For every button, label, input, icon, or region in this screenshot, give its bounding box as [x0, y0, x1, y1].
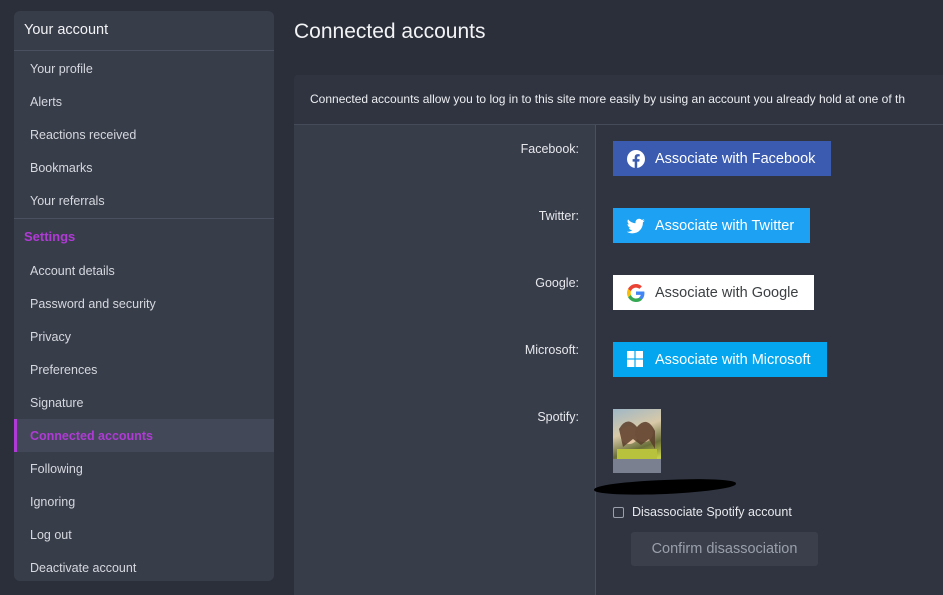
sidebar-item-preferences[interactable]: Preferences: [14, 353, 274, 386]
associate-microsoft-button[interactable]: Associate with Microsoft: [613, 342, 827, 377]
sidebar-item-privacy[interactable]: Privacy: [14, 320, 274, 353]
connected-accounts-panel: Connected accounts allow you to log in t…: [294, 75, 943, 595]
disassociate-spotify-checkbox[interactable]: [613, 506, 624, 518]
redacted-username: [593, 477, 737, 497]
facebook-icon: [627, 149, 645, 168]
sidebar-item-alerts[interactable]: Alerts: [14, 85, 274, 118]
associate-facebook-button[interactable]: Associate with Facebook: [613, 141, 832, 176]
associate-microsoft-label: Associate with Microsoft: [655, 351, 811, 368]
sidebar-item-bookmarks[interactable]: Bookmarks: [14, 151, 274, 184]
spotify-avatar: [613, 409, 661, 473]
providers-form: Facebook: Twitter: Google: Microsoft: Sp…: [294, 125, 943, 595]
account-sidebar: Your account Your profile Alerts Reactio…: [14, 11, 274, 581]
labels-column: Facebook: Twitter: Google: Microsoft: Sp…: [294, 125, 596, 595]
sidebar-heading-settings: Settings: [24, 229, 76, 244]
twitter-label: Twitter:: [538, 209, 579, 223]
sidebar-item-signature[interactable]: Signature: [14, 386, 274, 419]
sidebar-heading-your-account: Your account: [14, 11, 274, 51]
disassociate-spotify-checkbox-row[interactable]: Disassociate Spotify account: [613, 505, 792, 519]
sidebar-item-your-referrals[interactable]: Your referrals: [14, 184, 274, 217]
facebook-label: Facebook:: [520, 142, 579, 156]
sidebar-item-deactivate-account[interactable]: Deactivate account: [14, 551, 274, 581]
disassociate-spotify-label: Disassociate Spotify account: [632, 505, 792, 519]
sidebar-item-password-and-security[interactable]: Password and security: [14, 287, 274, 320]
sidebar-item-reactions-received[interactable]: Reactions received: [14, 118, 274, 151]
associate-google-button[interactable]: Associate with Google: [613, 275, 815, 310]
sidebar-item-ignoring[interactable]: Ignoring: [14, 485, 274, 518]
windows-icon: [627, 350, 645, 369]
associate-google-label: Associate with Google: [655, 284, 799, 301]
twitter-icon: [627, 217, 645, 235]
google-icon: [627, 283, 645, 302]
associate-twitter-label: Associate with Twitter: [655, 217, 795, 234]
intro-text: Connected accounts allow you to log in t…: [294, 75, 943, 125]
sidebar-item-log-out[interactable]: Log out: [14, 518, 274, 551]
associate-twitter-button[interactable]: Associate with Twitter: [613, 208, 811, 243]
sidebar-item-account-details[interactable]: Account details: [14, 254, 274, 287]
sidebar-item-following[interactable]: Following: [14, 452, 274, 485]
associate-facebook-label: Associate with Facebook: [655, 150, 816, 167]
microsoft-label: Microsoft:: [524, 343, 579, 357]
sidebar-item-connected-accounts[interactable]: Connected accounts: [14, 419, 274, 452]
google-label: Google:: [535, 276, 579, 290]
confirm-disassociation-button[interactable]: Confirm disassociation: [631, 532, 818, 566]
spotify-label: Spotify:: [537, 410, 579, 424]
sidebar-item-your-profile[interactable]: Your profile: [14, 52, 274, 85]
page-title: Connected accounts: [294, 20, 486, 43]
